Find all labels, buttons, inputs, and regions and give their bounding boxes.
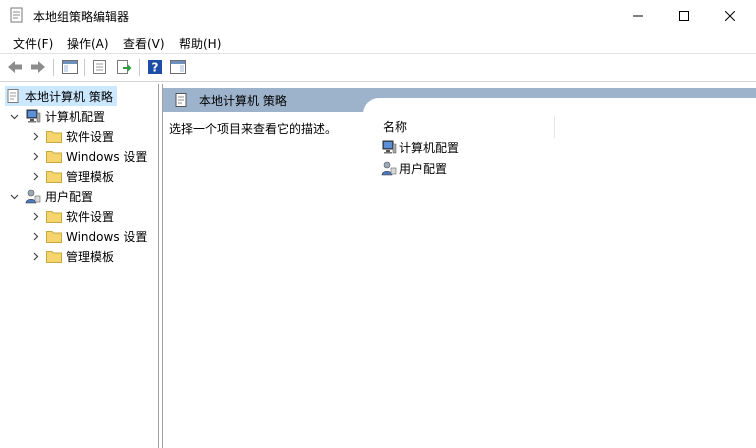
properties-button[interactable] xyxy=(91,58,109,76)
show-hide-console-tree-button[interactable] xyxy=(61,58,79,76)
chevron-right-icon[interactable] xyxy=(30,151,40,161)
column-header-label: 名称 xyxy=(383,120,408,134)
help-icon: ? xyxy=(148,60,162,75)
toolbar-separator xyxy=(53,59,54,76)
toolbar-separator xyxy=(139,59,140,76)
folder-icon xyxy=(46,230,62,243)
tree-node-admin-templates[interactable]: 管理模板 xyxy=(30,246,114,266)
tree-node-software-settings[interactable]: 软件设置 xyxy=(30,206,114,226)
close-icon xyxy=(725,10,735,21)
chevron-down-icon[interactable] xyxy=(9,191,19,201)
folder-icon xyxy=(46,250,62,263)
tree-node-windows-settings[interactable]: Windows 设置 xyxy=(30,226,147,246)
description-text: 选择一个项目来查看它的描述。 xyxy=(169,122,338,136)
column-header-name[interactable]: 名称 xyxy=(379,116,555,138)
tree-node-label: 计算机配置 xyxy=(45,109,106,124)
tree-node-admin-templates[interactable]: 管理模板 xyxy=(30,166,114,186)
computer-icon xyxy=(382,140,397,154)
users-icon xyxy=(381,161,397,176)
computer-icon xyxy=(26,109,41,123)
chevron-down-icon[interactable] xyxy=(9,111,19,121)
tree-node-computer-config[interactable]: 计算机配置 xyxy=(9,106,105,126)
chevron-right-icon[interactable] xyxy=(30,211,40,221)
tree-node-user-config[interactable]: 用户配置 xyxy=(9,186,93,206)
tree-node-label: 软件设置 xyxy=(66,209,115,224)
maximize-icon xyxy=(679,10,689,21)
tree-node-windows-settings[interactable]: Windows 设置 xyxy=(30,146,147,166)
policy-document-icon xyxy=(7,89,19,103)
menu-view[interactable]: 查看(V) xyxy=(123,35,165,52)
toolbar-divider xyxy=(0,81,756,82)
chevron-right-icon[interactable] xyxy=(30,251,40,261)
maximize-button[interactable] xyxy=(661,0,707,31)
export-list-button[interactable] xyxy=(115,58,133,76)
gpedit-app-icon xyxy=(9,7,25,23)
console-tree-icon xyxy=(62,60,78,74)
menu-help[interactable]: 帮助(H) xyxy=(179,35,221,52)
details-pane: 本地计算机 策略 选择一个项目来查看它的描述。 名称 计算机配置 用户配置 xyxy=(162,84,756,448)
minimize-button[interactable] xyxy=(615,0,661,31)
tree-node-label: 用户配置 xyxy=(45,189,94,204)
chevron-right-icon[interactable] xyxy=(30,231,40,241)
policy-document-icon xyxy=(173,92,189,111)
menu-bar: 文件(F) 操作(A) 查看(V) 帮助(H) xyxy=(0,31,756,53)
minimize-icon xyxy=(633,15,643,16)
tree-node-label: Windows 设置 xyxy=(66,229,148,244)
back-button[interactable] xyxy=(6,58,24,76)
tree-node-label: 本地计算机 策略 xyxy=(25,89,113,104)
folder-icon xyxy=(46,170,62,183)
svg-text:?: ? xyxy=(152,61,159,75)
header-curve xyxy=(363,98,756,114)
tree-node-local-computer-policy[interactable]: 本地计算机 策略 xyxy=(5,86,117,106)
column-header-empty[interactable] xyxy=(555,116,755,138)
properties-icon xyxy=(93,60,106,74)
title-bar: 本地组策略编辑器 xyxy=(0,0,756,31)
forward-arrow-icon xyxy=(31,61,45,73)
list-item-computer-config[interactable]: 计算机配置 xyxy=(381,138,459,156)
menu-action[interactable]: 操作(A) xyxy=(67,35,109,52)
tree-node-label: 管理模板 xyxy=(66,249,115,264)
show-hide-action-pane-button[interactable] xyxy=(169,58,187,76)
folder-icon xyxy=(46,150,62,163)
tree-node-label: 软件设置 xyxy=(66,129,115,144)
console-tree-pane: 本地计算机 策略 计算机配置 软件设置 Windows 设置 管理模板 用户配置… xyxy=(2,84,159,448)
menu-file[interactable]: 文件(F) xyxy=(13,35,53,52)
list-item-user-config[interactable]: 用户配置 xyxy=(381,159,447,177)
export-list-icon xyxy=(117,60,132,74)
users-icon xyxy=(25,189,41,204)
list-item-label: 用户配置 xyxy=(399,161,448,176)
list-item-label: 计算机配置 xyxy=(399,140,460,155)
details-header-title: 本地计算机 策略 xyxy=(199,94,287,108)
toolbar: ? xyxy=(0,54,756,81)
tree-node-label: 管理模板 xyxy=(66,169,115,184)
close-button[interactable] xyxy=(707,0,753,31)
toolbar-separator xyxy=(84,59,85,76)
forward-button[interactable] xyxy=(29,58,47,76)
window-title: 本地组策略编辑器 xyxy=(33,10,130,24)
action-pane-icon xyxy=(170,60,186,74)
back-arrow-icon xyxy=(8,61,22,73)
chevron-right-icon[interactable] xyxy=(30,171,40,181)
folder-icon xyxy=(46,210,62,223)
folder-icon xyxy=(46,130,62,143)
tree-node-label: Windows 设置 xyxy=(66,149,148,164)
chevron-right-icon[interactable] xyxy=(30,131,40,141)
help-button[interactable]: ? xyxy=(146,58,164,76)
tree-node-software-settings[interactable]: 软件设置 xyxy=(30,126,114,146)
